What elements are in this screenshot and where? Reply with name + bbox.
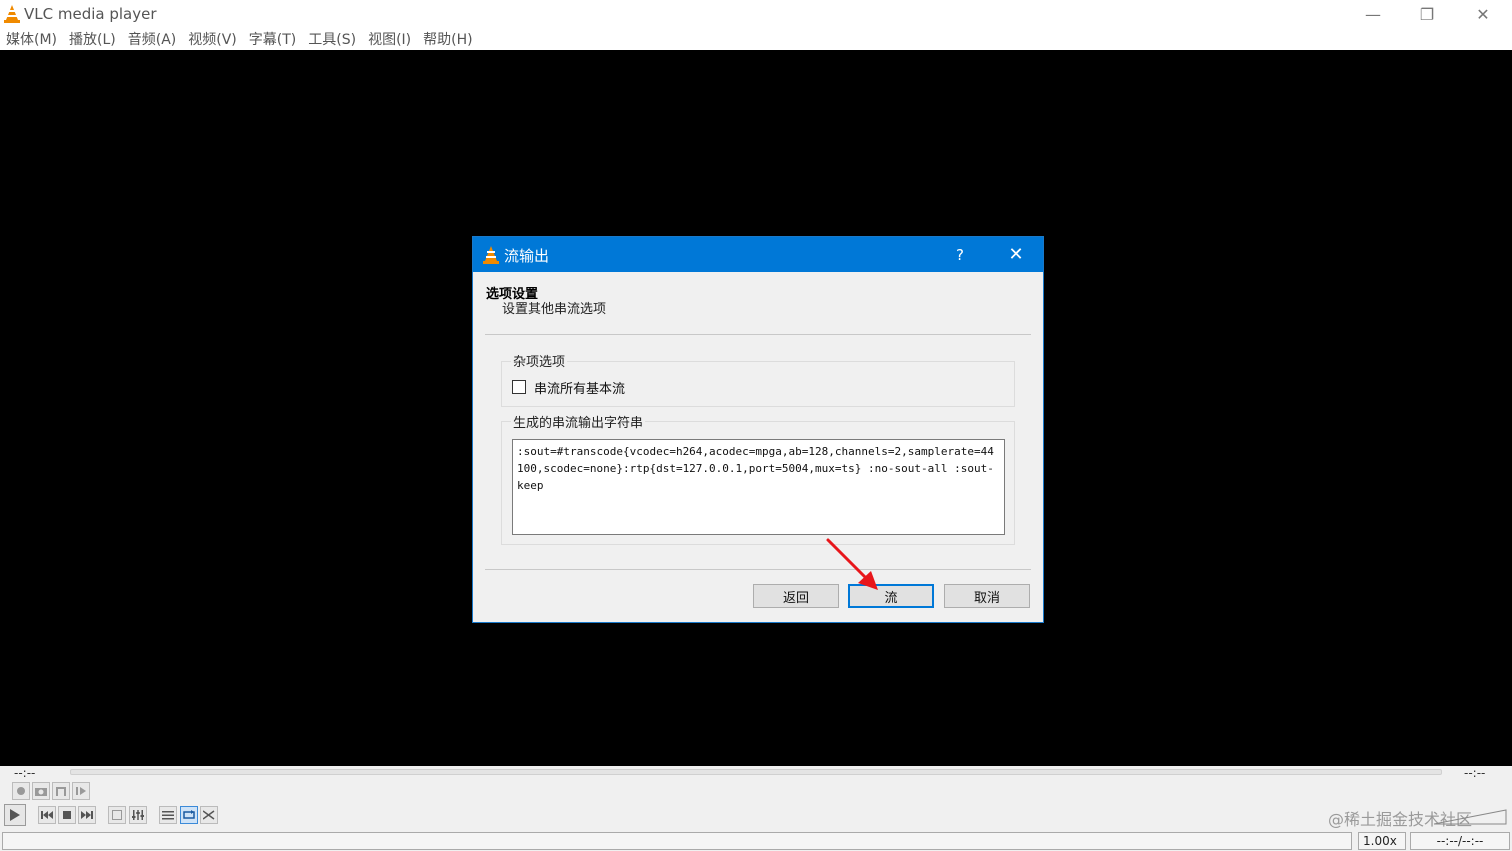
misc-options-label: 杂项选项 (511, 351, 568, 370)
previous-icon (41, 811, 53, 819)
dialog-title: 流输出 (504, 247, 550, 265)
playlist-button[interactable] (159, 806, 177, 824)
elapsed-time: --:-- (14, 766, 36, 780)
stream-button[interactable]: 流 (848, 584, 934, 608)
divider (485, 569, 1031, 570)
menu-audio[interactable]: 音频(A) (122, 29, 183, 49)
dialog-title-bar[interactable]: 流输出 ? ✕ (473, 237, 1043, 272)
loop-button[interactable] (180, 806, 198, 824)
total-time: --:-- (1464, 766, 1486, 780)
previous-button[interactable] (38, 806, 56, 824)
section-subtitle: 设置其他串流选项 (502, 302, 607, 317)
sout-string-textarea[interactable]: :sout=#transcode{vcodec=h264,acodec=mpga… (512, 439, 1005, 535)
time-status[interactable]: --:--/--:-- (1410, 832, 1510, 850)
divider (485, 334, 1031, 335)
back-button[interactable]: 返回 (753, 584, 839, 608)
close-icon: ✕ (1008, 244, 1024, 265)
menu-media[interactable]: 媒体(M) (0, 29, 63, 49)
frame-step-button[interactable] (72, 782, 90, 800)
snapshot-button[interactable] (32, 782, 50, 800)
menu-help[interactable]: 帮助(H) (417, 29, 478, 49)
title-bar: VLC media player — ❐ ✕ (0, 0, 1512, 28)
play-icon (10, 809, 20, 821)
menu-view[interactable]: 视图(I) (362, 29, 417, 49)
vlc-cone-icon (483, 246, 499, 264)
fullscreen-icon (112, 810, 122, 820)
status-message (2, 832, 1352, 850)
playback-speed[interactable]: 1.00x (1358, 832, 1406, 850)
menu-playback[interactable]: 播放(L) (63, 29, 122, 49)
menu-bar: 媒体(M) 播放(L) 音频(A) 视频(V) 字幕(T) 工具(S) 视图(I… (0, 28, 1512, 50)
shuffle-icon (203, 810, 215, 820)
stream-output-dialog: 流输出 ? ✕ 选项设置 设置其他串流选项 杂项选项 串流所有基本流 生成的串流… (472, 236, 1044, 623)
next-button[interactable] (78, 806, 96, 824)
record-button[interactable] (12, 782, 30, 800)
playlist-icon (162, 811, 174, 820)
loop-ab-button[interactable] (52, 782, 70, 800)
extended-settings-button[interactable] (129, 806, 147, 824)
restore-icon: ❐ (1419, 4, 1435, 24)
dialog-close-button[interactable]: ✕ (1001, 237, 1031, 272)
stop-button[interactable] (58, 806, 76, 824)
help-icon: ? (956, 245, 964, 264)
window-title: VLC media player (24, 5, 157, 23)
loop-icon (183, 810, 195, 819)
seek-slider[interactable] (70, 769, 1442, 775)
frame-step-icon (76, 787, 86, 795)
vlc-cone-icon (4, 5, 20, 23)
record-icon (17, 787, 25, 795)
menu-video[interactable]: 视频(V) (182, 29, 243, 49)
stop-icon (63, 811, 71, 819)
camera-icon (35, 788, 47, 796)
mrl-group-label: 生成的串流输出字符串 (511, 412, 646, 431)
equalizer-icon (132, 810, 144, 820)
fullscreen-button[interactable] (108, 806, 126, 824)
loop-ab-icon (56, 787, 66, 796)
help-button[interactable]: ? (945, 237, 975, 272)
stream-all-es-checkbox[interactable] (512, 380, 526, 394)
close-button[interactable]: ✕ (1456, 0, 1510, 28)
maximize-button[interactable]: ❐ (1400, 0, 1454, 28)
play-button[interactable] (4, 804, 26, 826)
menu-tools[interactable]: 工具(S) (302, 29, 362, 49)
shuffle-button[interactable] (200, 806, 218, 824)
next-icon (81, 811, 93, 819)
volume-slider[interactable] (1432, 808, 1508, 826)
menu-subtitle[interactable]: 字幕(T) (243, 29, 302, 49)
minimize-icon: — (1365, 4, 1381, 24)
close-icon: ✕ (1476, 4, 1490, 24)
minimize-button[interactable]: — (1346, 0, 1400, 28)
stream-all-es-label[interactable]: 串流所有基本流 (534, 378, 625, 397)
cancel-button[interactable]: 取消 (944, 584, 1030, 608)
